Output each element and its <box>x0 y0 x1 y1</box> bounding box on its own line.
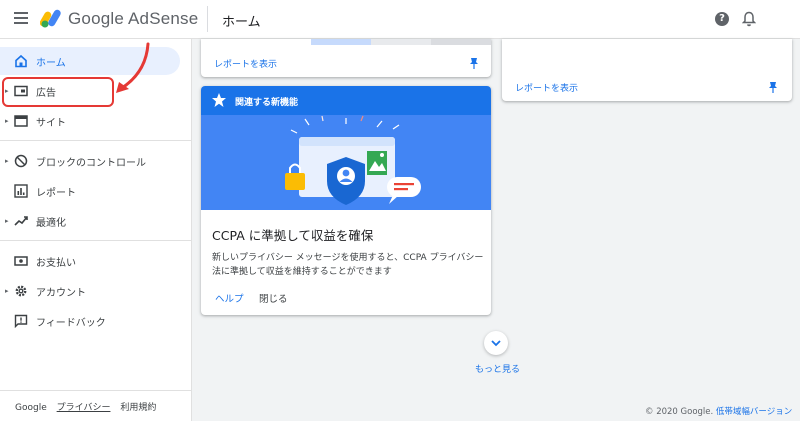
page-title: ホーム <box>222 15 261 30</box>
sidebar-item-account[interactable]: ▸ アカウント <box>0 277 180 305</box>
bar-segment <box>431 39 491 45</box>
terms-link[interactable]: 利用規約 <box>120 403 156 413</box>
sidebar-item-optimization[interactable]: ▸ 最適化 <box>0 207 180 235</box>
red-arrow-annotation <box>116 42 150 93</box>
bar-segment <box>311 39 371 45</box>
sidebar-divider <box>0 240 192 241</box>
chevron-down-icon <box>491 340 501 347</box>
expand-caret-icon: ▸ <box>5 117 9 125</box>
highlight-box-annotation <box>2 77 114 107</box>
sites-icon <box>14 115 28 127</box>
sidebar-item-reports[interactable]: レポート <box>0 177 180 205</box>
sidebar-item-block-controls[interactable]: ▸ ブロックのコントロール <box>0 147 180 175</box>
header-divider <box>207 6 208 32</box>
help-button[interactable]: ヘルプ <box>215 291 244 305</box>
sidebar-item-label: サイト <box>36 118 66 129</box>
feedback-icon <box>14 314 28 328</box>
sidebar-item-label: フィードバック <box>36 318 106 329</box>
home-icon <box>15 54 27 68</box>
adsense-logo-icon <box>40 9 61 28</box>
sidebar-item-feedback[interactable]: フィードバック <box>0 307 180 335</box>
sidebar-item-payments[interactable]: お支払い <box>0 247 180 275</box>
feature-card-description: 新しいプライバシー メッセージを使用すると、CCPA プライバシー法に準拠して収… <box>212 253 484 277</box>
optimization-icon <box>14 216 28 226</box>
app-name: Google AdSense <box>68 9 199 28</box>
view-report-link[interactable]: レポートを表示 <box>214 57 277 70</box>
sidebar-item-label: お支払い <box>36 258 76 269</box>
view-report-link[interactable]: レポートを表示 <box>515 81 578 94</box>
sidebar-footer-divider <box>0 390 192 391</box>
pin-icon[interactable] <box>768 81 778 93</box>
close-button[interactable]: 閉じる <box>259 291 288 305</box>
privacy-link[interactable]: プライバシー <box>57 403 111 413</box>
help-icon[interactable]: ? <box>715 12 729 26</box>
sidebar-item-label: 最適化 <box>36 218 66 229</box>
feature-card-header: 関連する新機能 <box>201 86 491 115</box>
privacy-illustration <box>201 115 491 210</box>
sidebar-item-label: アカウント <box>36 288 86 299</box>
reports-icon <box>14 184 28 198</box>
sidebar-item-label: レポート <box>36 188 76 199</box>
expand-caret-icon: ▸ <box>5 287 9 295</box>
gear-icon <box>15 285 27 297</box>
sidebar-divider <box>0 140 192 141</box>
pin-icon[interactable] <box>469 57 479 69</box>
page-footer: © 2020 Google. 低帯域幅バージョン <box>645 405 792 417</box>
feature-card-header-title: 関連する新機能 <box>235 98 299 108</box>
copyright-text: © 2020 Google. <box>645 407 714 417</box>
feature-card-title: CCPA に準拠して収益を確保 <box>212 228 374 243</box>
star-icon <box>212 93 226 107</box>
sidebar-item-sites[interactable]: ▸ サイト <box>0 107 180 135</box>
menu-icon[interactable] <box>14 12 28 24</box>
top-app-bar: Google AdSense ホーム ? <box>0 0 800 39</box>
performance-card-right: レポートを表示 <box>502 39 792 101</box>
show-more-button[interactable] <box>484 331 508 355</box>
new-feature-card: 関連する新機能 CCPA に準拠して収益を確保 新しいプライバシー メッセージを… <box>201 86 491 315</box>
google-link[interactable]: Google <box>15 403 47 413</box>
expand-caret-icon: ▸ <box>5 217 9 225</box>
sidebar-item-label: ブロックのコントロール <box>36 158 146 169</box>
notifications-bell-icon[interactable] <box>742 11 756 27</box>
low-bandwidth-link[interactable]: 低帯域幅バージョン <box>716 407 792 417</box>
expand-caret-icon: ▸ <box>5 157 9 165</box>
block-icon <box>14 154 28 168</box>
performance-card: レポートを表示 <box>201 39 491 77</box>
sidebar-footer: Google プライバシー 利用規約 <box>15 400 163 413</box>
bar-segment <box>371 39 431 45</box>
payments-icon <box>14 256 28 266</box>
sidebar-item-label: ホーム <box>36 58 66 69</box>
show-more-link[interactable]: もっと見る <box>475 362 520 375</box>
privacy-illustration-art <box>285 115 421 205</box>
